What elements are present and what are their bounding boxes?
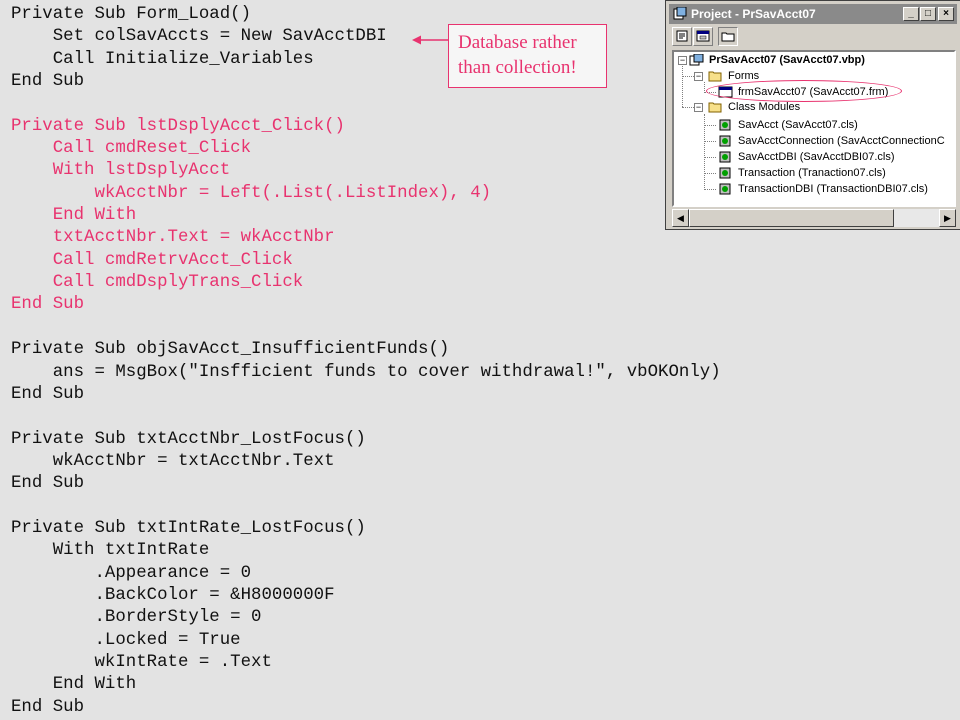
code-line: wkAcctNbr = Left(.List(.ListIndex), 4) [11,183,492,203]
class-module-icon [719,167,731,179]
scrollbar-thumb[interactable] [689,209,894,227]
code-line: ans = MsgBox("Insfficient funds to cover… [11,362,721,382]
class-module-icon [719,183,731,195]
code-line: With lstDsplyAcct [11,161,231,181]
class-item-label: SavAcctDBI (SavAcctDBI07.cls) [738,151,895,163]
project-window-titlebar[interactable]: Project - PrSavAcct07 _ □ × [669,4,957,24]
code-line: .Appearance = 0 [11,563,252,583]
code-listing: Private Sub Form_Load() Set colSavAccts … [11,4,721,719]
code-line: End Sub [11,474,85,494]
close-button[interactable]: × [938,7,954,21]
code-line: Private Sub lstDsplyAcct_Click() [11,116,345,136]
project-icon [673,7,687,20]
scroll-right-button[interactable]: ▶ [939,209,956,227]
view-object-button[interactable] [693,27,713,46]
code-line: Call cmdRetrvAcct_Click [11,250,293,270]
folder-open-icon [708,102,722,113]
class-module-icon [719,135,731,147]
folder-open-icon [708,71,722,82]
class-module-icon [719,151,731,163]
code-line: wkAcctNbr = txtAcctNbr.Text [11,451,335,471]
scroll-left-button[interactable]: ◀ [672,209,689,227]
code-line: End Sub [11,384,85,404]
code-line: End With [11,206,137,226]
callout-line-2: than collection! [458,57,577,78]
project-explorer-window: Project - PrSavAcct07 _ □ × − PrSavAcct0… [665,0,960,230]
code-line: Private Sub Form_Load() [11,5,252,24]
class-item-label: SavAcctConnection (SavAcctConnectionC [738,135,945,147]
code-line: End Sub [11,72,85,92]
code-line: Private Sub objSavAcct_InsufficientFunds… [11,340,450,360]
code-line: Private Sub txtAcctNbr_LostFocus() [11,429,366,449]
class-module-icon [719,119,731,131]
tree-root-label: PrSavAcct07 (SavAcct07.vbp) [709,54,865,66]
project-icon [689,54,704,66]
view-code-icon [676,30,688,42]
forms-collapse-toggle[interactable]: − [694,72,703,81]
callout-box: Database rather than collection! [448,24,607,88]
code-line: .BorderStyle = 0 [11,608,262,628]
project-tree: − PrSavAcct07 (SavAcct07.vbp) − Forms fr… [672,50,956,207]
code-line: Call cmdReset_Click [11,139,252,159]
code-line: Call cmdDsplyTrans_Click [11,273,304,293]
code-line: .Locked = True [11,630,241,650]
project-toolbar [672,26,752,48]
horizontal-scrollbar[interactable]: ◀ ▶ [672,209,956,227]
code-line: End Sub [11,295,85,315]
code-line: wkIntRate = .Text [11,652,272,672]
root-collapse-toggle[interactable]: − [678,56,687,65]
code-line: End With [11,675,137,695]
view-object-icon [696,30,710,42]
classes-collapse-toggle[interactable]: − [694,103,703,112]
code-line: With txtIntRate [11,541,210,561]
code-line: .BackColor = &H8000000F [11,585,335,605]
project-window-title: Project - PrSavAcct07 [691,7,816,21]
callout-line-1: Database rather [458,32,577,53]
toggle-folders-icon [721,32,735,42]
class-item-label: Transaction (Tranaction07.cls) [738,167,886,179]
callout-arrow [412,35,448,45]
maximize-button[interactable]: □ [920,7,936,21]
class-item-label: TransactionDBI (TransactionDBI07.cls) [738,183,928,195]
highlight-ellipse [706,80,902,102]
minimize-button[interactable]: _ [903,7,919,21]
code-line: txtAcctNbr.Text = wkAcctNbr [11,228,335,248]
code-line: Set colSavAccts = New SavAcctDBI [11,27,387,47]
code-line: Private Sub txtIntRate_LostFocus() [11,518,366,538]
class-item-label: SavAcct (SavAcct07.cls) [738,119,858,131]
view-code-button[interactable] [672,27,692,46]
toggle-folders-button[interactable] [718,27,738,46]
code-line: End Sub [11,697,85,717]
code-line: Call Initialize_Variables [11,49,314,69]
